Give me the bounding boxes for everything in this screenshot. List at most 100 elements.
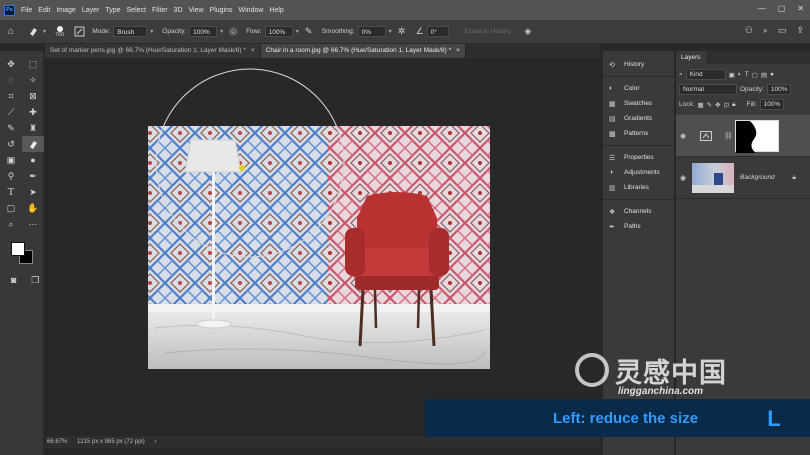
home-icon[interactable]: ⌂ xyxy=(4,25,18,39)
chevron-down-icon[interactable]: ▾ xyxy=(220,28,223,35)
lock-pixels-icon[interactable]: ▦ xyxy=(698,101,704,109)
mask-link-icon[interactable]: ⛓ xyxy=(724,132,733,140)
panel-properties[interactable]: ☰ Properties xyxy=(603,150,674,165)
layer-filter-select[interactable]: Kind xyxy=(685,69,726,80)
photoshop-logo-icon[interactable]: Ps xyxy=(4,4,15,16)
menu-file[interactable]: File xyxy=(21,7,32,14)
chevron-down-icon[interactable]: ▾ xyxy=(389,28,392,35)
zoom-level[interactable]: 66.67% xyxy=(47,439,67,445)
rectangle-tool-icon[interactable]: ▢ xyxy=(0,200,22,216)
lasso-tool-icon[interactable]: ◌ xyxy=(0,72,22,88)
smoothing-gear-icon[interactable]: ✲ xyxy=(395,25,409,39)
tab-layers[interactable]: Layers xyxy=(676,51,706,64)
hand-tool-icon[interactable]: ✋ xyxy=(22,200,44,216)
eyedropper-tool-icon[interactable]: ⟋ xyxy=(0,104,22,120)
dodge-tool-icon[interactable]: ⚲ xyxy=(0,168,22,184)
gradient-tool-icon[interactable]: ▣ xyxy=(0,152,22,168)
share-arrow-icon[interactable]: ⇪ xyxy=(796,25,804,36)
menu-layer[interactable]: Layer xyxy=(82,7,100,14)
menu-window[interactable]: Window xyxy=(239,7,264,14)
share-icon[interactable]: ⚇ xyxy=(745,25,753,36)
lock-position-icon[interactable]: ✥ xyxy=(715,101,720,109)
menu-select[interactable]: Select xyxy=(127,7,146,14)
brush-settings-icon[interactable] xyxy=(72,25,86,39)
tab-chair-in-room[interactable]: Chair in a room.jpg @ 66.7% (Hue/Saturat… xyxy=(260,44,466,58)
path-selection-tool-icon[interactable]: ➤ xyxy=(22,184,44,200)
lock-artboard-icon[interactable]: ⊡ xyxy=(724,101,729,109)
filter-adjustment-icon[interactable]: ◐ xyxy=(738,71,742,78)
screen-mode-icon[interactable]: ❐ xyxy=(28,272,44,288)
document-canvas[interactable] xyxy=(45,58,600,436)
layer-fill-input[interactable]: 100% xyxy=(759,99,784,110)
menu-type[interactable]: Type xyxy=(105,7,120,14)
layer-hue-saturation[interactable]: ◉ ⛓ xyxy=(676,115,810,157)
type-tool-icon[interactable]: T xyxy=(0,184,22,200)
panel-swatches[interactable]: ▦ Swatches xyxy=(603,96,674,111)
tab-marker-pens[interactable]: Set of marker pens.jpg @ 66.7% (Hue/Satu… xyxy=(45,44,261,58)
mode-select[interactable]: Brush xyxy=(113,26,148,37)
clone-stamp-tool-icon[interactable]: ♜ xyxy=(22,120,44,136)
tab-close-icon[interactable]: × xyxy=(251,47,255,54)
tab-close-icon[interactable]: × xyxy=(456,47,460,54)
more-tools-icon[interactable]: ⋯ xyxy=(22,216,44,232)
chevron-down-icon[interactable]: ▾ xyxy=(150,28,153,35)
panel-gradients[interactable]: ▤ Gradients xyxy=(603,111,674,126)
eraser-tool-icon[interactable] xyxy=(22,136,44,152)
quick-mask-icon[interactable]: ◙ xyxy=(6,272,22,288)
minimize-button[interactable]: — xyxy=(758,4,766,13)
lock-paint-icon[interactable]: ✎ xyxy=(707,101,712,109)
menu-3d[interactable]: 3D xyxy=(174,7,183,14)
move-tool-icon[interactable]: ✥ xyxy=(0,56,22,72)
panel-history[interactable]: ⟲ History xyxy=(603,57,674,72)
blur-tool-icon[interactable]: ● xyxy=(22,152,44,168)
filter-toggle-icon[interactable]: ● xyxy=(770,71,774,78)
chevron-down-icon[interactable]: ▾ xyxy=(296,28,299,35)
brush-tool-icon[interactable]: ✎ xyxy=(0,120,22,136)
panel-paths[interactable]: ✒ Paths xyxy=(603,219,674,234)
blend-mode-select[interactable]: Normal xyxy=(679,84,737,95)
erase-to-history-toggle[interactable]: Erase to History xyxy=(465,28,511,35)
pen-tool-icon[interactable]: ✒ xyxy=(22,168,44,184)
background-layer-thumb[interactable] xyxy=(692,162,734,193)
pressure-opacity-icon[interactable]: ◎ xyxy=(226,25,240,39)
opacity-input[interactable]: 100% xyxy=(189,26,218,37)
filter-smart-object-icon[interactable]: ▤ xyxy=(761,71,767,79)
filter-type-icon[interactable]: T xyxy=(745,71,749,78)
panel-adjustments[interactable]: ◑ Adjustments xyxy=(603,165,674,180)
brush-size-picker[interactable]: 700 xyxy=(55,25,64,38)
filter-shape-icon[interactable]: ▢ xyxy=(752,71,758,79)
chevron-down-icon[interactable]: ▾ xyxy=(43,28,46,35)
visibility-eye-icon[interactable]: ◉ xyxy=(676,132,690,140)
canvas-area[interactable] xyxy=(45,58,600,436)
menu-plugins[interactable]: Plugins xyxy=(210,7,233,14)
layer-mask-thumb[interactable] xyxy=(734,119,779,153)
zoom-tool-icon[interactable]: ⌕ xyxy=(0,216,22,232)
adjustment-layer-thumb[interactable] xyxy=(690,120,722,152)
maximize-button[interactable]: ▢ xyxy=(778,4,786,13)
panel-patterns[interactable]: ▩ Patterns xyxy=(603,126,674,141)
menu-filter[interactable]: Filter xyxy=(152,7,168,14)
healing-brush-tool-icon[interactable]: ✚ xyxy=(22,104,44,120)
layer-opacity-input[interactable]: 100% xyxy=(766,84,791,95)
panel-color[interactable]: ◐ Color xyxy=(603,81,674,96)
lock-all-icon[interactable]: 🔒︎ xyxy=(732,101,735,109)
flow-input[interactable]: 100% xyxy=(264,26,293,37)
menu-image[interactable]: Image xyxy=(56,7,75,14)
crop-tool-icon[interactable]: ⌗ xyxy=(0,88,22,104)
angle-input[interactable]: 0° xyxy=(426,26,449,37)
menu-view[interactable]: View xyxy=(189,7,204,14)
panel-libraries[interactable]: ▥ Libraries xyxy=(603,180,674,195)
menu-edit[interactable]: Edit xyxy=(38,7,50,14)
workspace-icon[interactable]: ▭ xyxy=(778,25,787,36)
layer-background[interactable]: ◉ Background 🔒︎ xyxy=(676,157,810,199)
search-icon[interactable]: ⌕ xyxy=(763,25,768,36)
menu-help[interactable]: Help xyxy=(269,7,283,14)
visibility-eye-icon[interactable]: ◉ xyxy=(676,174,690,182)
pressure-size-icon[interactable]: ◈ xyxy=(521,25,535,39)
airbrush-icon[interactable]: ✎ xyxy=(302,25,316,39)
magic-wand-tool-icon[interactable]: ✧ xyxy=(22,72,44,88)
foreground-color-swatch[interactable] xyxy=(11,242,25,256)
history-brush-tool-icon[interactable]: ↺ xyxy=(0,136,22,152)
close-button[interactable]: ✕ xyxy=(797,4,804,13)
smoothing-input[interactable]: 0% xyxy=(357,26,386,37)
